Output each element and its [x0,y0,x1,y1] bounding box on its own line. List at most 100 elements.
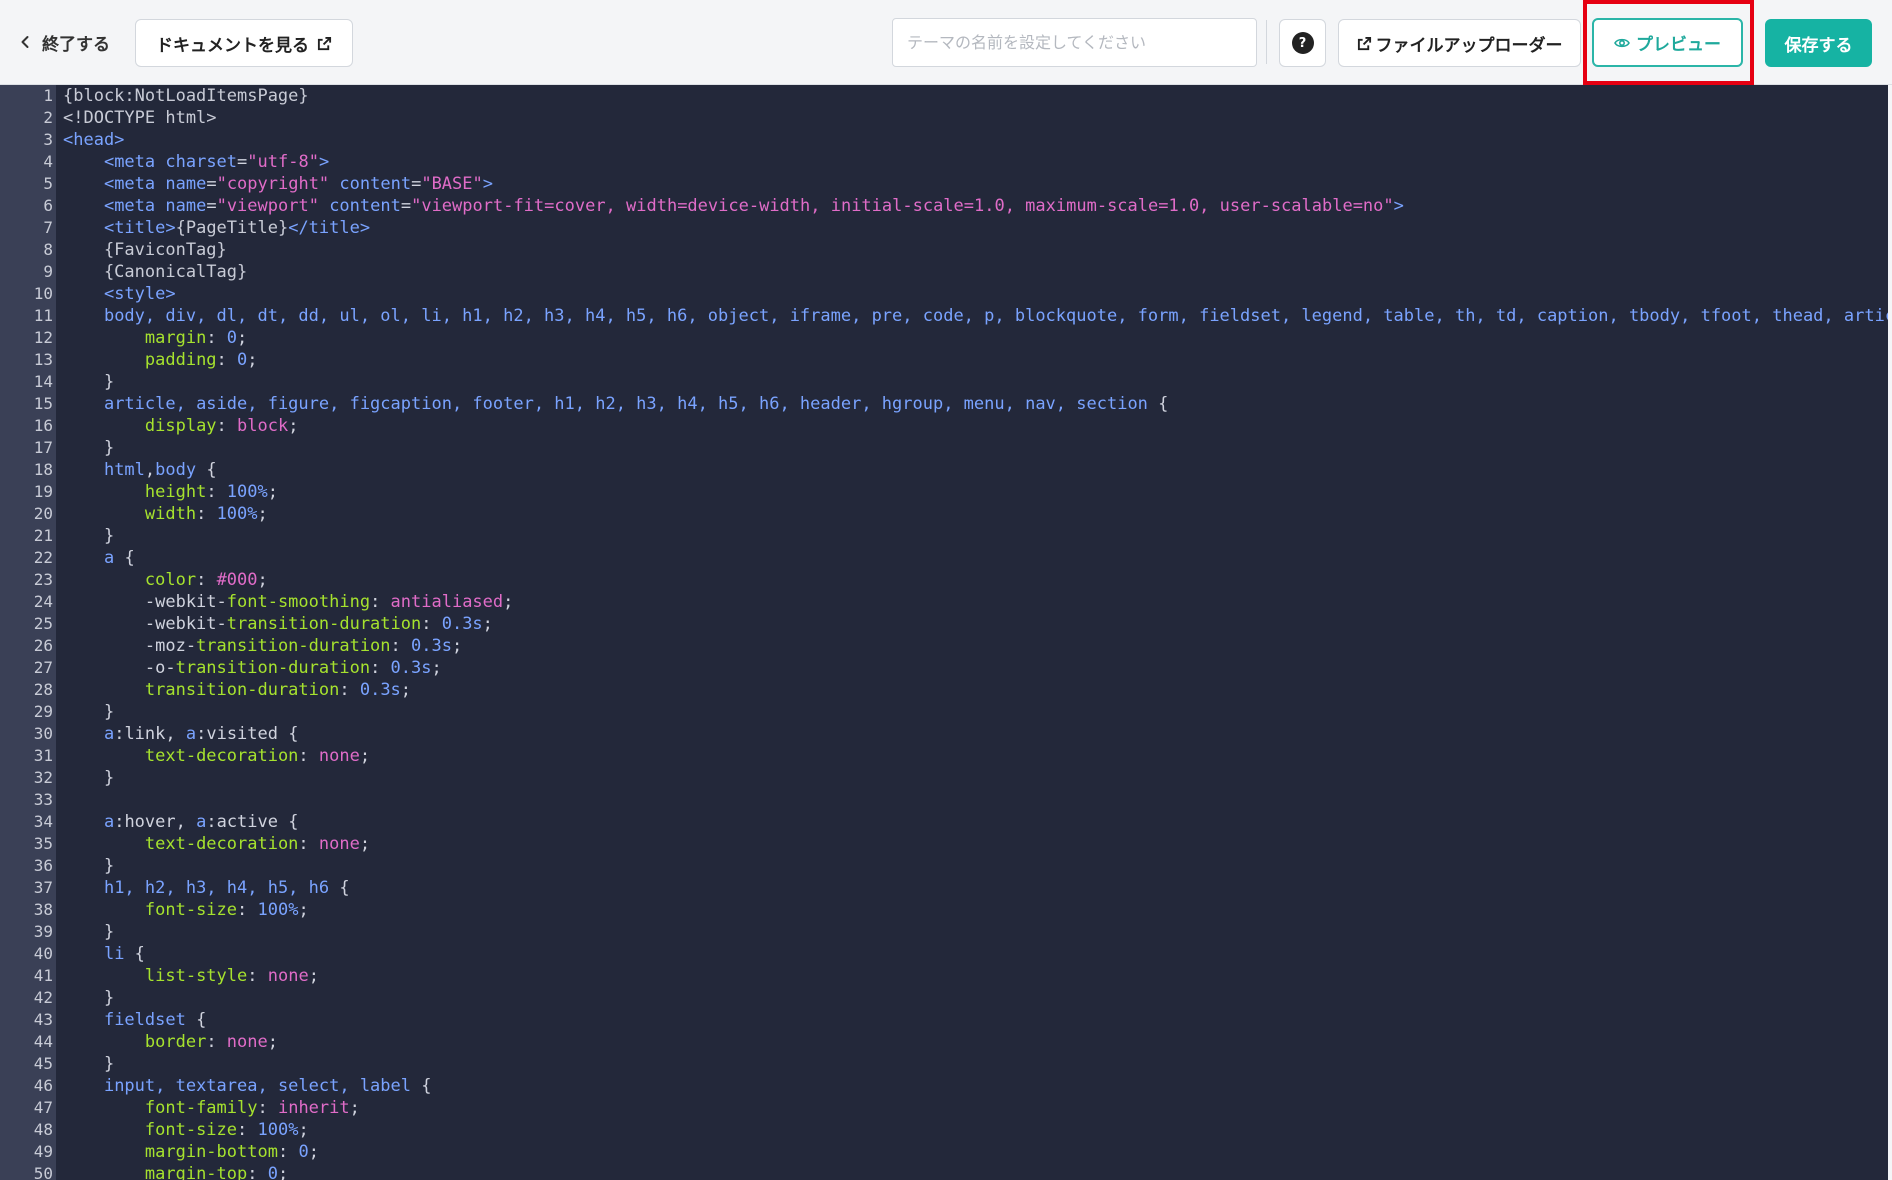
code-line[interactable]: 37 h1, h2, h3, h4, h5, h6 { [0,877,1892,899]
line-number: 37 [33,878,53,897]
code-line[interactable]: 22 a { [0,547,1892,569]
line-text: a:link, a:visited { [103,724,299,744]
code-line[interactable]: 32 } [0,767,1892,789]
code-line[interactable]: 34 a:hover, a:active { [0,811,1892,833]
code-line[interactable]: 36 } [0,855,1892,877]
line-number: 24 [33,592,53,611]
line-text: -moz-transition-duration: 0.3s; [63,636,463,656]
theme-name-input[interactable] [892,18,1257,67]
code-line[interactable]: 50 margin-top: 0; [0,1163,1892,1180]
line-text: li { [103,944,145,964]
line-text: <meta name="viewport" content="viewport-… [103,196,1404,216]
code-line[interactable]: 48 font-size: 100%; [0,1119,1892,1141]
code-line[interactable]: 3 <head> [0,129,1892,151]
code-line[interactable]: 11 body, div, dl, dt, dd, ul, ol, li, h1… [0,305,1892,327]
code-line[interactable]: 12 margin: 0; [0,327,1892,349]
line-text: a { [103,548,135,568]
line-text: } [63,526,115,546]
code-line[interactable]: 24 -webkit-font-smoothing: antialiased; [0,591,1892,613]
line-number: 25 [33,614,53,633]
code-line[interactable]: 10 <style> [0,283,1892,305]
code-line[interactable]: 44 border: none; [0,1031,1892,1053]
line-text: font-size: 100%; [144,900,309,920]
question-circle-icon: ? [1291,32,1314,54]
line-text: } [63,1054,115,1074]
code-line[interactable]: 17 } [0,437,1892,459]
code-line[interactable]: 16 display: block; [0,415,1892,437]
line-number: 42 [33,988,53,1007]
code-line[interactable]: 49 margin-bottom: 0; [0,1141,1892,1163]
code-line[interactable]: 31 text-decoration: none; [0,745,1892,767]
code-line[interactable]: 5 <meta name="copyright" content="BASE"> [0,173,1892,195]
code-line[interactable]: 45 } [0,1053,1892,1075]
view-documentation-button[interactable]: ドキュメントを見る [135,19,353,67]
code-line[interactable]: 8 {FaviconTag} [0,239,1892,261]
exit-button[interactable]: 終了する [18,22,110,62]
code-line[interactable]: 15 article, aside, figure, figcaption, f… [0,393,1892,415]
line-number: 34 [33,812,53,831]
code-line[interactable]: 23 color: #000; [0,569,1892,591]
code-line[interactable]: 46 input, textarea, select, label { [0,1075,1892,1097]
save-button[interactable]: 保存する [1765,19,1872,67]
line-text: } [63,438,115,458]
code-line[interactable]: 20 width: 100%; [0,503,1892,525]
code-line[interactable]: 4 <meta charset="utf-8"> [0,151,1892,173]
line-text: <style> [103,284,176,304]
line-text: height: 100%; [144,482,278,502]
code-line[interactable]: 18 html,body { [0,459,1892,481]
code-line[interactable]: 1 {block:NotLoadItemsPage} [0,85,1892,107]
code-line[interactable]: 30 a:link, a:visited { [0,723,1892,745]
line-text: a:hover, a:active { [103,812,299,832]
code-line[interactable]: 13 padding: 0; [0,349,1892,371]
editor-toolbar: 終了する ドキュメントを見る ? ファイルアップローダー プレビュー 保存する [0,0,1892,85]
code-line[interactable]: 25 -webkit-transition-duration: 0.3s; [0,613,1892,635]
code-line[interactable]: 40 li { [0,943,1892,965]
code-line[interactable]: 38 font-size: 100%; [0,899,1892,921]
code-line[interactable]: 29 } [0,701,1892,723]
line-number: 9 [43,262,53,281]
line-text: list-style: none; [144,966,319,986]
line-text: } [63,922,115,942]
code-line[interactable]: 43 fieldset { [0,1009,1892,1031]
line-number: 50 [33,1164,53,1180]
line-text: width: 100%; [144,504,268,524]
line-number: 26 [33,636,53,655]
code-line[interactable]: 47 font-family: inherit; [0,1097,1892,1119]
code-line[interactable]: 9 {CanonicalTag} [0,261,1892,283]
code-line[interactable]: 2 <!DOCTYPE html> [0,107,1892,129]
code-content[interactable]: 1 {block:NotLoadItemsPage} 2 <!DOCTYPE html… [0,85,1892,1180]
code-line[interactable]: 41 list-style: none; [0,965,1892,987]
code-line[interactable]: 33 [0,789,1892,811]
line-number: 6 [43,196,53,215]
line-text: html,body { [103,460,217,480]
code-line[interactable]: 19 height: 100%; [0,481,1892,503]
code-line[interactable]: 21 } [0,525,1892,547]
code-line[interactable]: 42 } [0,987,1892,1009]
external-link-icon [317,36,332,50]
code-line[interactable]: 35 text-decoration: none; [0,833,1892,855]
view-documentation-label: ドキュメントを見る [156,35,309,56]
line-number: 45 [33,1054,53,1073]
help-button[interactable]: ? [1279,19,1326,67]
line-number: 29 [33,702,53,721]
line-number: 1 [43,86,53,105]
code-line[interactable]: 39 } [0,921,1892,943]
file-uploader-button[interactable]: ファイルアップローダー [1338,19,1581,67]
line-text: fieldset { [103,1010,207,1030]
code-editor[interactable]: 1 {block:NotLoadItemsPage} 2 <!DOCTYPE html… [0,85,1892,1180]
code-line[interactable]: 7 <title>{PageTitle}</title> [0,217,1892,239]
preview-button[interactable]: プレビュー [1592,18,1743,67]
code-line[interactable]: 26 -moz-transition-duration: 0.3s; [0,635,1892,657]
line-number: 14 [33,372,53,391]
preview-button-label: プレビュー [1636,35,1721,55]
line-text: text-decoration: none; [144,834,371,854]
line-number: 18 [33,460,53,479]
code-line[interactable]: 14 } [0,371,1892,393]
code-line[interactable]: 27 -o-transition-duration: 0.3s; [0,657,1892,679]
code-line[interactable]: 28 transition-duration: 0.3s; [0,679,1892,701]
line-text: -webkit-font-smoothing: antialiased; [63,592,514,612]
line-number: 49 [33,1142,53,1161]
line-number: 16 [33,416,53,435]
line-text: <head> [63,130,125,150]
code-line[interactable]: 6 <meta name="viewport" content="viewpor… [0,195,1892,217]
